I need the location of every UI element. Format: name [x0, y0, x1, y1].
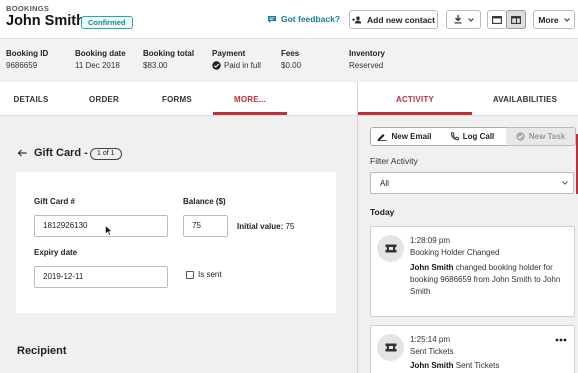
activity-item[interactable]: 1:28:09 pm Booking Holder Changed John S… [370, 226, 575, 317]
page-title: John Smith [6, 13, 85, 29]
initial-value-text: Initial value: 75 [237, 222, 294, 231]
booking-total-label: Booking total [143, 49, 195, 58]
booking-id-value: 9686659 [6, 61, 38, 70]
activity-type: Booking Holder Changed [410, 248, 500, 257]
single-panel-icon [492, 15, 502, 24]
chevron-down-icon [563, 17, 570, 22]
gift-card-form: Gift Card # 1812926130 Balance ($) 75 In… [16, 172, 336, 313]
gift-card-title: Gift Card - [34, 147, 88, 159]
pencil-icon [377, 132, 387, 141]
is-sent-checkbox[interactable] [186, 271, 194, 279]
expiry-date-input[interactable]: 2019-12-11 [34, 266, 168, 288]
activity-time: 1:25:14 pm [410, 335, 451, 344]
chevron-down-icon [562, 181, 568, 185]
booking-date-value: 11 Dec 2018 [75, 61, 120, 70]
expiry-date-label: Expiry date [34, 248, 78, 257]
log-call-button[interactable]: Log Call [438, 127, 507, 146]
active-tab-indicator [213, 112, 287, 115]
feedback-link[interactable]: Got feedback? [267, 14, 340, 24]
mouse-cursor-icon [105, 225, 113, 236]
fees-label: Fees [281, 49, 300, 58]
split-panel-icon [511, 15, 521, 24]
left-tab-bar: DETAILS ORDER FORMS MORE... [0, 82, 357, 116]
new-email-label: New Email [391, 132, 432, 141]
chevron-down-icon [467, 17, 474, 22]
add-new-contact-button[interactable]: Add new contact [349, 10, 438, 29]
activity-actor: John Smith [410, 361, 454, 370]
log-call-label: Log Call [462, 132, 495, 141]
filter-activity-label: Filter Activity [370, 156, 418, 166]
booking-summary-bar: Booking ID 9686659 Booking date 11 Dec 2… [0, 38, 578, 82]
phone-icon [450, 132, 459, 141]
add-new-contact-label: Add new contact [366, 14, 435, 25]
gift-card-number-label: Gift Card # [34, 197, 75, 206]
add-user-icon [351, 15, 362, 24]
active-tab-indicator [358, 112, 472, 115]
initial-value-amount: 75 [285, 222, 295, 231]
inventory-label: Inventory [349, 49, 386, 58]
fees-value: $0.00 [281, 61, 302, 70]
balance-label: Balance ($) [183, 197, 226, 206]
split-view-button[interactable] [506, 10, 526, 29]
single-column-view-button[interactable] [487, 10, 507, 29]
check-circle-icon [212, 61, 221, 70]
booking-id-field: Booking ID 9686659 [6, 49, 48, 70]
breadcrumb[interactable]: BOOKINGS [6, 4, 49, 13]
new-task-button[interactable]: New Task [506, 127, 576, 146]
balance-input[interactable]: 75 [183, 215, 228, 237]
more-options-icon[interactable] [555, 338, 567, 342]
booking-date-label: Booking date [75, 49, 126, 58]
new-email-button[interactable]: New Email [370, 127, 439, 146]
activity-time: 1:28:09 pm [410, 236, 451, 245]
activity-description: John Smith changed booking holder for bo… [410, 262, 570, 298]
right-tab-bar: ACTIVITY AVAILABILITIES [358, 82, 578, 116]
payment-label: Payment [212, 49, 246, 58]
more-menu-button[interactable]: More [533, 10, 575, 29]
activity-item[interactable]: 1:25:14 pm Sent Tickets John Smith Sent … [370, 325, 575, 373]
inventory-value: Reserved [349, 61, 384, 70]
activity-actor: John Smith [410, 263, 454, 272]
activity-type: Sent Tickets [410, 347, 454, 356]
ticket-icon [377, 334, 404, 361]
booking-id-label: Booking ID [6, 49, 49, 58]
booking-date-field: Booking date 11 Dec 2018 [75, 49, 126, 70]
status-badge: Confirmed [81, 16, 133, 29]
tab-details[interactable]: DETAILS [0, 82, 62, 116]
download-dropdown-button[interactable] [446, 10, 481, 29]
tab-availabilities[interactable]: AVAILABILITIES [472, 82, 578, 116]
tab-more[interactable]: MORE... [213, 82, 287, 116]
activity-text: Sent Tickets [455, 361, 500, 370]
filter-activity-value: All [380, 179, 389, 188]
pager-pill: 1 of 1 [90, 148, 122, 160]
new-task-label: New Task [528, 132, 566, 141]
initial-value-label: Initial value: [237, 222, 284, 231]
is-sent-label: Is sent [198, 270, 222, 279]
booking-total-field: Booking total $83.00 [143, 49, 194, 70]
check-circle-icon [516, 132, 525, 141]
day-heading: Today [370, 207, 395, 217]
chat-icon [267, 15, 277, 24]
recipient-heading: Recipient [17, 345, 67, 357]
more-label: More [538, 14, 559, 25]
booking-total-value: $83.00 [143, 61, 168, 70]
payment-value: Paid in full [212, 61, 261, 70]
download-icon [454, 15, 462, 24]
page-header: BOOKINGS John Smith Confirmed Got feedba… [0, 0, 578, 38]
ticket-icon [377, 235, 404, 262]
payment-field: Payment Paid in full [212, 49, 261, 70]
filter-activity-select[interactable]: All [370, 172, 574, 194]
tab-activity[interactable]: ACTIVITY [358, 82, 472, 116]
fees-field: Fees $0.00 [281, 49, 301, 70]
payment-status-text: Paid in full [224, 61, 261, 70]
activity-description: John Smith Sent Tickets [410, 360, 570, 372]
tab-forms[interactable]: FORMS [148, 82, 206, 116]
tab-order[interactable]: ORDER [76, 82, 132, 116]
back-arrow-icon[interactable] [17, 149, 27, 157]
feedback-label: Got feedback? [281, 14, 341, 24]
gift-card-number-input[interactable]: 1812926130 [34, 215, 168, 237]
inventory-field: Inventory Reserved [349, 49, 385, 70]
